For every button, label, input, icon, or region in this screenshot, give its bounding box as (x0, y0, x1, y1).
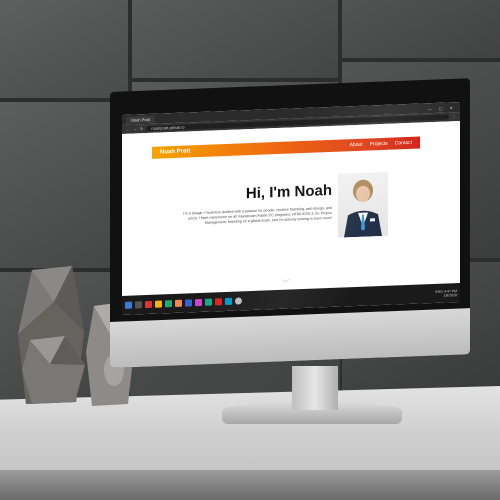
nav-about[interactable]: About (350, 142, 363, 149)
nav-projects[interactable]: Projects (370, 141, 388, 148)
back-icon[interactable]: ← (126, 127, 130, 132)
taskbar-app-icon[interactable] (165, 300, 172, 308)
system-tray[interactable]: ENG 4:47 PM 1/8/2020 (435, 289, 457, 298)
hero-text: I'm a design + business student with a p… (183, 205, 332, 225)
taskbar-app-icon[interactable] (155, 300, 162, 308)
taskbar-app-icon[interactable] (145, 300, 152, 309)
hero-title: Hi, I'm Noah (245, 181, 332, 203)
taskbar-app-icon[interactable] (135, 301, 142, 309)
window-controls[interactable]: — ▢ ✕ (428, 105, 456, 111)
web-page: Noah Pratt About Projects Contact Hi, I'… (122, 121, 460, 296)
taskbar-app-icon[interactable] (235, 297, 242, 305)
taskbar-app-icon[interactable] (175, 299, 182, 307)
monitor-screen: Noah Pratt — ▢ ✕ ← → ↻ noahpratt.github.… (122, 102, 460, 315)
profile-photo (338, 171, 388, 238)
start-icon[interactable] (125, 301, 132, 309)
site-nav: Noah Pratt About Projects Contact (152, 136, 420, 159)
menu-icon[interactable]: ⋮ (452, 114, 456, 119)
chevron-down-icon[interactable]: ﹀ (282, 278, 290, 289)
browser-tab[interactable]: Noah Pratt (126, 115, 156, 124)
imac-monitor: Noah Pratt — ▢ ✕ ← → ↻ noahpratt.github.… (0, 0, 500, 500)
tray-date[interactable]: 1/8/2020 (443, 293, 457, 298)
taskbar-app-icon[interactable] (185, 299, 192, 307)
site-brand[interactable]: Noah Pratt (160, 148, 190, 155)
nav-links: About Projects Contact (350, 140, 412, 148)
taskbar-app-icon[interactable] (205, 298, 212, 306)
nav-contact[interactable]: Contact (395, 140, 412, 147)
taskbar-app-icon[interactable] (225, 297, 232, 306)
monitor-stand-neck (292, 366, 338, 410)
tray-language[interactable]: ENG (435, 289, 443, 293)
forward-icon[interactable]: → (133, 126, 137, 131)
reload-icon[interactable]: ↻ (140, 126, 143, 131)
taskbar-app-icon[interactable] (215, 298, 222, 306)
taskbar-app-icon[interactable] (195, 298, 202, 307)
